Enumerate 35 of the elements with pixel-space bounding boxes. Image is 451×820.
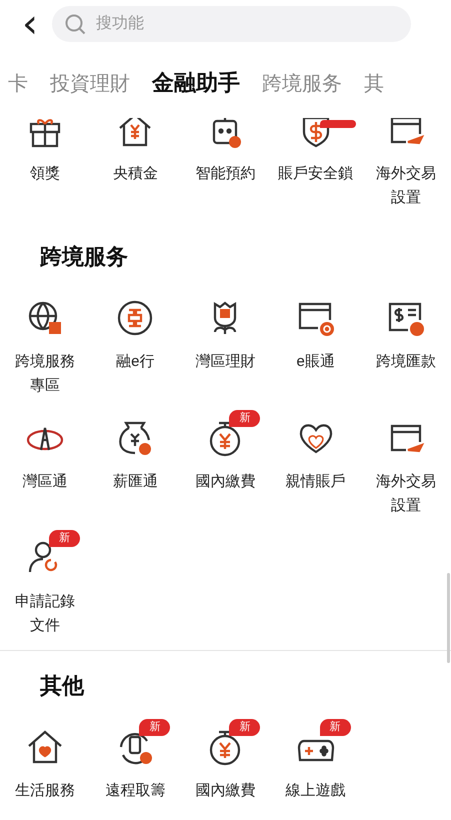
feature-item[interactable]: 灣區理財 <box>180 288 271 398</box>
category-tab[interactable]: 金融助手 <box>152 68 240 98</box>
feature-item[interactable]: 智能預約 <box>180 118 271 210</box>
feature-item[interactable]: 薪匯通 <box>90 408 180 518</box>
search-icon <box>64 13 86 35</box>
feature-item[interactable]: 領獎 <box>0 118 90 210</box>
feature-item[interactable]: 新 國內繳費 <box>180 717 271 803</box>
feature-item[interactable]: 新 遠程取籌 <box>90 717 180 803</box>
category-tab[interactable]: 跨境服务 <box>262 70 342 96</box>
new-badge: 新 <box>49 530 80 547</box>
feature-item[interactable]: 新 國內繳費 <box>180 408 271 518</box>
section-title: 跨境服务 <box>40 244 128 272</box>
feature-item[interactable]: 賬戶安全鎖 <box>270 118 361 210</box>
new-badge: 新 <box>229 410 260 427</box>
feature-item[interactable]: e賬通 <box>270 288 361 398</box>
section-title: 其他 <box>40 673 84 701</box>
feature-item[interactable]: 跨境服務專區 <box>0 288 90 398</box>
category-tab[interactable]: 投資理財 <box>50 70 130 96</box>
feature-item[interactable]: 灣區通 <box>0 408 90 518</box>
new-badge: 新 <box>320 719 351 736</box>
feature-item[interactable]: 新 線上遊戲 <box>270 717 361 803</box>
category-tab[interactable]: 卡 <box>8 70 28 96</box>
feature-item[interactable]: 央積金 <box>90 118 180 210</box>
feature-item[interactable]: 海外交易設置 <box>360 118 451 210</box>
back-button[interactable]: ‹ <box>18 4 42 44</box>
feature-item[interactable]: 融e行 <box>90 288 180 398</box>
feature-item[interactable]: 親情賬戶 <box>270 408 361 518</box>
new-badge: 新 <box>139 719 170 736</box>
search-field[interactable]: 搜功能 <box>52 6 411 42</box>
feature-item[interactable]: 新 申請記錄文件 <box>0 528 90 638</box>
feature-item[interactable]: 海外交易設置 <box>360 408 451 518</box>
feature-item[interactable]: 跨境匯款 <box>360 288 451 398</box>
category-tab[interactable]: 其 <box>364 70 384 96</box>
new-badge: 新 <box>229 719 260 736</box>
feature-item[interactable]: 生活服務 <box>0 717 90 803</box>
